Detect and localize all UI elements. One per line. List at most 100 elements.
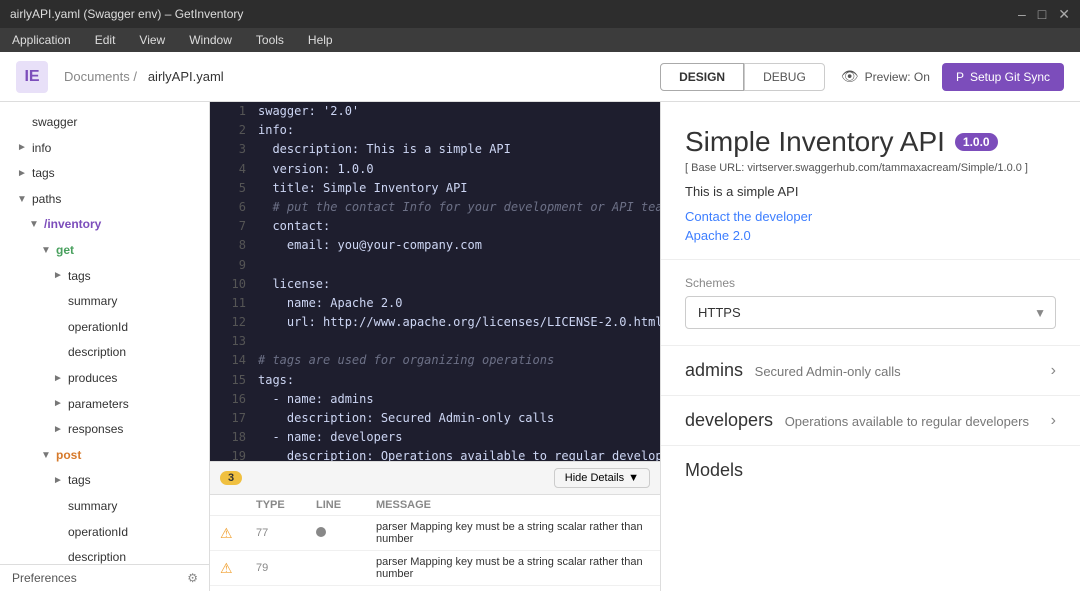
line-number: 1 bbox=[218, 102, 246, 121]
warning-icon: ⚠ bbox=[220, 525, 256, 542]
sidebar-label: get bbox=[56, 240, 74, 262]
warning-row[interactable]: ⚠ 81 parser Mapping key must be a string… bbox=[210, 586, 660, 591]
code-line: 5 title: Simple Inventory API bbox=[210, 179, 660, 198]
chevron-right-icon: › bbox=[1051, 362, 1056, 380]
warning-row[interactable]: ⚠ 77 parser Mapping key must be a string… bbox=[210, 516, 660, 551]
eye-icon: 👁 bbox=[841, 68, 859, 85]
code-line: 4 version: 1.0.0 bbox=[210, 160, 660, 179]
code-panel[interactable]: 1swagger: '2.0'2info:3 description: This… bbox=[210, 102, 660, 461]
code-line: 3 description: This is a simple API bbox=[210, 140, 660, 159]
code-line: 8 email: you@your-company.com bbox=[210, 236, 660, 255]
git-sync-button[interactable]: P Setup Git Sync bbox=[942, 63, 1064, 91]
menu-edit[interactable]: Edit bbox=[91, 31, 120, 49]
menu-bar: Application Edit View Window Tools Help bbox=[0, 28, 1080, 52]
sidebar-item-get-summary[interactable]: summary bbox=[0, 289, 209, 315]
line-content: contact: bbox=[258, 217, 330, 236]
sidebar-arrow bbox=[52, 552, 64, 564]
sidebar-item-get-responses[interactable]: ► responses bbox=[0, 417, 209, 443]
tab-debug[interactable]: DEBUG bbox=[744, 63, 825, 91]
line-number: 3 bbox=[218, 140, 246, 159]
menu-tools[interactable]: Tools bbox=[252, 31, 288, 49]
sidebar-item-inventory[interactable]: ▼ /inventory bbox=[0, 212, 209, 238]
line-content: description: Secured Admin-only calls bbox=[258, 409, 554, 428]
warning-icon: ⚠ bbox=[220, 560, 256, 577]
sidebar-item-get-description[interactable]: description bbox=[0, 340, 209, 366]
tab-design[interactable]: DESIGN bbox=[660, 63, 744, 91]
sidebar-label: operationId bbox=[68, 522, 128, 544]
sidebar-label: description bbox=[68, 342, 126, 364]
sidebar-label: tags bbox=[32, 163, 55, 185]
sidebar-item-get-tags[interactable]: ► tags bbox=[0, 264, 209, 290]
line-number: 13 bbox=[218, 332, 246, 351]
api-version-badge: 1.0.0 bbox=[955, 133, 998, 151]
sidebar-item-post[interactable]: ▼ post bbox=[0, 443, 209, 469]
line-content: url: http://www.apache.org/licenses/LICE… bbox=[258, 313, 660, 332]
line-number: 5 bbox=[218, 179, 246, 198]
sidebar-item-get[interactable]: ▼ get bbox=[0, 238, 209, 264]
sidebar-item-info[interactable]: ► info bbox=[0, 136, 209, 162]
code-line: 12 url: http://www.apache.org/licenses/L… bbox=[210, 313, 660, 332]
menu-window[interactable]: Window bbox=[185, 31, 236, 49]
sidebar-label: tags bbox=[68, 470, 91, 492]
line-number: 6 bbox=[218, 198, 246, 217]
sidebar-item-post-summary[interactable]: summary bbox=[0, 494, 209, 520]
sidebar-arrow bbox=[52, 347, 64, 359]
warning-header: 3 Hide Details ▼ bbox=[210, 462, 660, 495]
sidebar-arrow: ► bbox=[52, 398, 64, 410]
line-number: 12 bbox=[218, 313, 246, 332]
warning-line: 77 bbox=[256, 527, 316, 539]
sidebar-item-post-operationid[interactable]: operationId bbox=[0, 520, 209, 546]
git-icon: P bbox=[956, 70, 964, 84]
line-number: 15 bbox=[218, 371, 246, 390]
sidebar-item-post-tags[interactable]: ► tags bbox=[0, 468, 209, 494]
warning-row[interactable]: ⚠ 79 parser Mapping key must be a string… bbox=[210, 551, 660, 586]
sidebar-arrow: ► bbox=[52, 475, 64, 487]
tag-header-developers[interactable]: developers Operations available to regul… bbox=[661, 396, 1080, 445]
menu-application[interactable]: Application bbox=[8, 31, 75, 49]
line-content: version: 1.0.0 bbox=[258, 160, 374, 179]
preview-toggle[interactable]: 👁 Preview: On bbox=[841, 68, 930, 85]
line-content: description: Operations available to reg… bbox=[258, 447, 660, 461]
preview-label: Preview: On bbox=[865, 70, 930, 84]
window-controls[interactable]: – □ ✕ bbox=[1018, 6, 1070, 23]
line-content: license: bbox=[258, 275, 330, 294]
line-number: 11 bbox=[218, 294, 246, 313]
line-number: 16 bbox=[218, 390, 246, 409]
sidebar-arrow bbox=[52, 526, 64, 538]
sidebar-item-get-operationid[interactable]: operationId bbox=[0, 315, 209, 341]
schemes-label: Schemes bbox=[685, 276, 1056, 290]
tag-group-admins: admins Secured Admin-only calls › bbox=[661, 346, 1080, 396]
code-line: 9 bbox=[210, 256, 660, 275]
models-title: Models bbox=[685, 460, 743, 480]
menu-help[interactable]: Help bbox=[304, 31, 337, 49]
line-number: 8 bbox=[218, 236, 246, 255]
sidebar-item-paths[interactable]: ▼ paths bbox=[0, 187, 209, 213]
sidebar-label: info bbox=[32, 138, 51, 160]
menu-view[interactable]: View bbox=[135, 31, 169, 49]
schemes-select[interactable]: HTTPS HTTP bbox=[685, 296, 1056, 329]
tag-title-row: developers Operations available to regul… bbox=[685, 410, 1029, 431]
sidebar-item-swagger[interactable]: swagger bbox=[0, 110, 209, 136]
sidebar-item-tags[interactable]: ► tags bbox=[0, 161, 209, 187]
warning-line: 79 bbox=[256, 562, 316, 574]
tag-title-row: admins Secured Admin-only calls bbox=[685, 360, 901, 381]
close-icon[interactable]: ✕ bbox=[1058, 6, 1070, 23]
minimize-icon[interactable]: – bbox=[1018, 6, 1026, 23]
right-panel: Simple Inventory API 1.0.0 [ Base URL: v… bbox=[660, 102, 1080, 591]
git-sync-label: Setup Git Sync bbox=[970, 70, 1050, 84]
line-number: 19 bbox=[218, 447, 246, 461]
breadcrumb-file[interactable]: airlyAPI.yaml bbox=[148, 69, 224, 84]
maximize-icon[interactable]: □ bbox=[1038, 6, 1046, 23]
sidebar-arrow: ▼ bbox=[40, 450, 52, 462]
sidebar-item-get-produces[interactable]: ► produces bbox=[0, 366, 209, 392]
col-line: LINE bbox=[316, 499, 376, 511]
license-link[interactable]: Apache 2.0 bbox=[685, 228, 751, 243]
preferences-label[interactable]: Preferences bbox=[12, 571, 77, 585]
tag-header-admins[interactable]: admins Secured Admin-only calls › bbox=[661, 346, 1080, 395]
gear-icon[interactable]: ⚙ bbox=[187, 571, 198, 585]
hide-details-button[interactable]: Hide Details ▼ bbox=[554, 468, 650, 488]
sidebar-item-get-parameters[interactable]: ► parameters bbox=[0, 392, 209, 418]
contact-link[interactable]: Contact the developer bbox=[685, 209, 1056, 224]
sidebar-label: /inventory bbox=[44, 214, 101, 236]
line-number: 10 bbox=[218, 275, 246, 294]
